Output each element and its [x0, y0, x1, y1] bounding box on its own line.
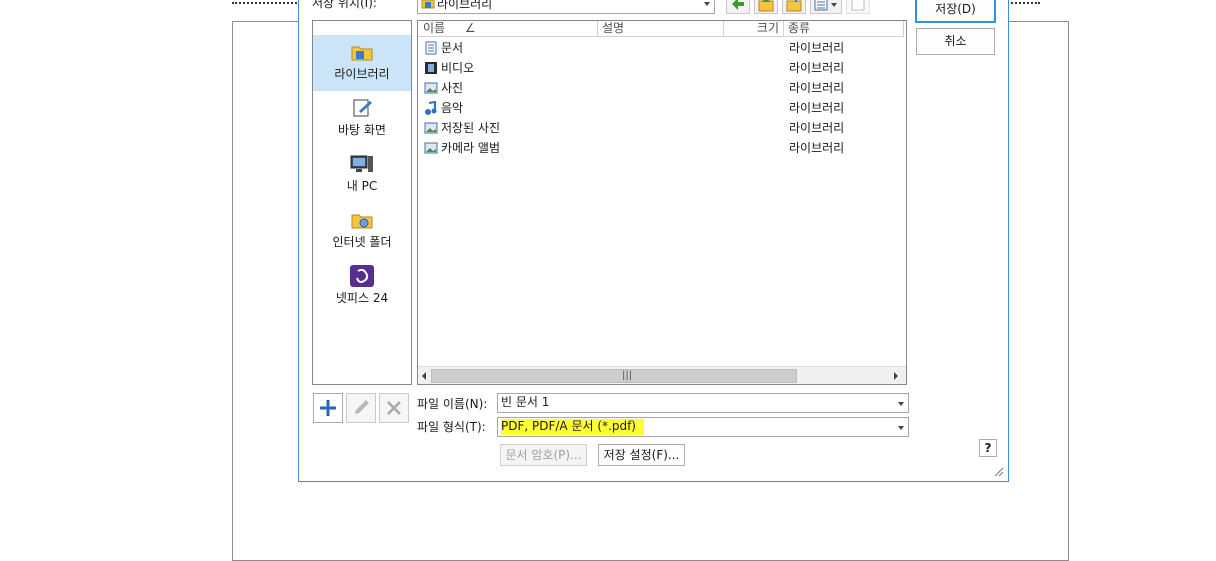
horizontal-scrollbar[interactable]: |||	[418, 366, 906, 384]
file-name: 음악	[441, 101, 464, 115]
list-item[interactable]: 사진 라이브러리	[418, 79, 904, 99]
filename-label: 파일 이름(N):	[417, 397, 488, 411]
library-folder-icon	[351, 46, 373, 61]
sort-ascending-icon: ∠	[464, 21, 476, 35]
file-name: 저장된 사진	[441, 121, 501, 135]
list-view-icon	[814, 0, 837, 11]
music-library-icon	[425, 101, 437, 115]
camera-roll-library-icon	[424, 142, 438, 154]
edit-place-button[interactable]	[346, 393, 376, 423]
column-header-description[interactable]: 설명	[598, 21, 724, 37]
sidebar-item-internet-folder[interactable]: 인터넷 폴더	[313, 203, 411, 259]
sidebar-item-label: 넷피스 24	[335, 291, 389, 305]
saved-pictures-library-icon	[424, 122, 438, 134]
list-item[interactable]: 저장된 사진 라이브러리	[418, 119, 904, 139]
file-type: 라이브러리	[789, 121, 845, 135]
sidebar-item-label: 인터넷 폴더	[332, 235, 392, 249]
file-name: 비디오	[441, 61, 475, 75]
video-library-icon	[425, 62, 437, 74]
scroll-grip-icon: |||	[622, 370, 633, 381]
add-place-button[interactable]	[313, 393, 343, 423]
sidebar-item-desktop[interactable]: 바탕 화면	[313, 91, 411, 147]
file-type: 라이브러리	[789, 61, 845, 75]
resize-grip-icon[interactable]	[992, 465, 1004, 477]
plus-icon	[320, 400, 336, 416]
file-type: 라이브러리	[789, 81, 845, 95]
filetype-value: PDF, PDF/A 문서 (*.pdf)	[501, 419, 644, 435]
column-header-type[interactable]: 종류	[784, 21, 904, 37]
close-icon	[387, 401, 401, 415]
up-folder-button[interactable]	[754, 0, 778, 14]
chevron-down-icon	[704, 2, 710, 6]
file-type: 라이브러리	[789, 101, 845, 115]
file-name: 문서	[441, 41, 464, 55]
column-header-size[interactable]: 크기	[724, 21, 784, 37]
view-menu-button[interactable]	[810, 0, 842, 14]
cancel-button[interactable]: 취소	[916, 28, 995, 55]
new-folder-button[interactable]	[782, 0, 806, 14]
pictures-library-icon	[424, 82, 438, 94]
filename-field[interactable]: 빈 문서 1	[497, 393, 909, 413]
column-header-name[interactable]: 이름 ∠	[418, 21, 598, 37]
preview-button[interactable]	[846, 0, 870, 14]
scroll-left-arrow-icon[interactable]	[420, 371, 428, 381]
new-folder-icon	[786, 0, 802, 12]
back-arrow-icon	[732, 0, 744, 10]
column-header-label: 이름	[423, 21, 446, 35]
remove-place-button[interactable]	[379, 393, 409, 423]
file-type: 라이브러리	[789, 141, 845, 155]
list-item[interactable]: 카메라 앨범 라이브러리	[418, 139, 904, 159]
preview-icon	[851, 0, 865, 11]
list-item[interactable]: 문서 라이브러리	[418, 39, 904, 59]
save-in-label: 저장 위치(I):	[312, 0, 377, 10]
list-item[interactable]: 비디오 라이브러리	[418, 59, 904, 79]
file-name: 카메라 앨범	[441, 141, 501, 155]
list-item[interactable]: 음악 라이브러리	[418, 99, 904, 119]
sidebar-item-label: 내 PC	[346, 179, 378, 193]
pencil-icon	[355, 400, 369, 414]
netffice24-icon	[350, 265, 374, 287]
back-button[interactable]	[726, 0, 750, 14]
sidebar-item-my-pc[interactable]: 내 PC	[313, 147, 411, 203]
save-location-combo[interactable]: 라이브러리	[417, 0, 715, 14]
document-password-button[interactable]: 문서 암호(P)...	[500, 444, 587, 466]
sidebar-item-label: 라이브러리	[334, 67, 390, 81]
scrollbar-thumb[interactable]: |||	[431, 369, 797, 383]
sidebar-item-library[interactable]: 라이브러리	[313, 35, 411, 91]
help-button[interactable]: ?	[979, 439, 997, 457]
sidebar-item-netffice24[interactable]: 넷피스 24	[313, 259, 411, 315]
filetype-select[interactable]: PDF, PDF/A 문서 (*.pdf)	[497, 417, 909, 437]
desktop-icon	[353, 99, 372, 117]
save-location-value: 라이브러리	[437, 0, 493, 11]
computer-icon	[350, 155, 373, 172]
chevron-down-icon[interactable]	[898, 402, 904, 406]
internet-folder-icon	[351, 214, 373, 229]
chevron-down-icon[interactable]	[898, 426, 904, 430]
up-folder-icon	[758, 0, 774, 12]
filename-value: 빈 문서 1	[501, 395, 550, 409]
library-folder-icon	[421, 0, 435, 9]
file-type: 라이브러리	[789, 41, 845, 55]
sidebar-item-label: 바탕 화면	[338, 123, 386, 137]
scroll-right-arrow-icon[interactable]	[892, 371, 900, 381]
save-button[interactable]: 저장(D)	[915, 0, 996, 23]
documents-library-icon	[425, 41, 437, 55]
filetype-label: 파일 형식(T):	[417, 420, 486, 434]
save-settings-button[interactable]: 저장 설정(F)...	[598, 444, 685, 466]
file-name: 사진	[441, 81, 464, 95]
